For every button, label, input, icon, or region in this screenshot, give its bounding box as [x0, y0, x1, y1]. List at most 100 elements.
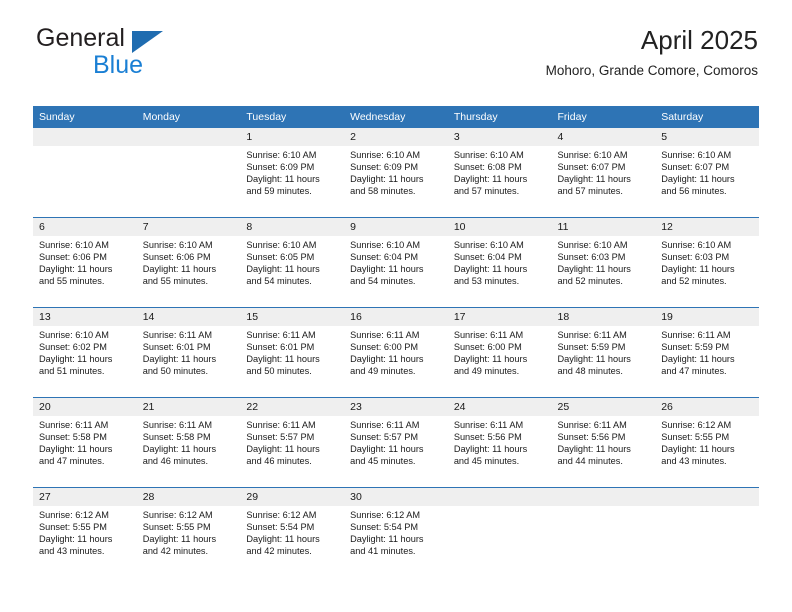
- daylight-text-line2: and 45 minutes.: [453, 455, 520, 466]
- daylight-text-line2: and 48 minutes.: [557, 365, 623, 376]
- day-cell-inner: 2 Sunrise: 6:10 AM Sunset: 6:09 PM Daylight…: [344, 128, 448, 217]
- sunrise-text: Sunrise: 6:10 AM: [453, 240, 524, 250]
- calendar-day-cell[interactable]: 14 Sunrise: 6:11 AM Sunset: 6:01 PM Dayligh…: [136, 307, 241, 398]
- daylight-text-line1: Daylight: 11 hours: [661, 353, 735, 364]
- day-number: 3: [447, 128, 552, 146]
- sunrise-text: Sunrise: 6:11 AM: [39, 420, 109, 430]
- calendar-day-cell[interactable]: 28 Sunrise: 6:12 AM Sunset: 5:55 PM Dayligh…: [136, 487, 241, 577]
- sunrise-text: Sunrise: 6:10 AM: [350, 240, 421, 250]
- day-number: 11: [551, 218, 656, 236]
- day-number: 24: [447, 398, 552, 416]
- sunset-text: Sunset: 5:54 PM: [350, 521, 419, 532]
- calendar-day-cell: [33, 128, 137, 218]
- daylight-text-line2: and 46 minutes.: [246, 455, 312, 466]
- calendar-day-cell[interactable]: 4 Sunrise: 6:10 AM Sunset: 6:07 PM Daylight…: [551, 128, 656, 218]
- general-blue-logo[interactable]: General Blue: [33, 24, 263, 84]
- day-details: Sunrise: 6:10 AM Sunset: 6:04 PM Daylight:…: [344, 236, 448, 288]
- day-cell-inner: 3 Sunrise: 6:10 AM Sunset: 6:08 PM Daylight…: [447, 128, 552, 217]
- day-cell-inner: 14 Sunrise: 6:11 AM Sunset: 6:01 PM Dayligh…: [136, 308, 241, 397]
- calendar-day-cell[interactable]: 24 Sunrise: 6:11 AM Sunset: 5:56 PM Dayligh…: [447, 397, 552, 488]
- sunrise-text: Sunrise: 6:10 AM: [39, 240, 109, 250]
- day-details: [137, 146, 241, 150]
- day-number: [447, 488, 552, 506]
- sunrise-text: Sunrise: 6:10 AM: [246, 240, 317, 250]
- sunset-text: Sunset: 5:59 PM: [661, 341, 730, 352]
- sunrise-text: Sunrise: 6:12 AM: [350, 510, 421, 520]
- day-cell-inner: 11 Sunrise: 6:10 AM Sunset: 6:03 PM Dayligh…: [551, 218, 656, 307]
- calendar-week-row: 27 Sunrise: 6:12 AM Sunset: 5:55 PM Dayligh…: [33, 487, 759, 577]
- sunrise-text: Sunrise: 6:10 AM: [661, 150, 732, 160]
- calendar-day-cell[interactable]: 29 Sunrise: 6:12 AM Sunset: 5:54 PM Dayligh…: [240, 487, 345, 577]
- day-details: Sunrise: 6:11 AM Sunset: 5:58 PM Daylight:…: [137, 416, 241, 468]
- daylight-text-line1: Daylight: 11 hours: [246, 443, 320, 454]
- calendar-day-cell[interactable]: 3 Sunrise: 6:10 AM Sunset: 6:08 PM Daylight…: [447, 128, 552, 218]
- weekday-header-wednesday: Wednesday: [344, 106, 448, 128]
- calendar-day-cell[interactable]: 15 Sunrise: 6:11 AM Sunset: 6:01 PM Dayligh…: [240, 307, 345, 398]
- day-cell-inner: 12 Sunrise: 6:10 AM Sunset: 6:03 PM Dayligh…: [655, 218, 759, 307]
- calendar-day-cell[interactable]: 12 Sunrise: 6:10 AM Sunset: 6:03 PM Dayligh…: [655, 217, 759, 308]
- weekday-header-tuesday: Tuesday: [240, 106, 345, 128]
- day-details: Sunrise: 6:10 AM Sunset: 6:05 PM Daylight:…: [240, 236, 344, 288]
- daylight-text-line2: and 43 minutes.: [39, 545, 105, 556]
- calendar-day-cell[interactable]: 17 Sunrise: 6:11 AM Sunset: 6:00 PM Dayligh…: [447, 307, 552, 398]
- calendar-day-cell[interactable]: 19 Sunrise: 6:11 AM Sunset: 5:59 PM Dayligh…: [655, 307, 759, 398]
- calendar-day-cell[interactable]: 20 Sunrise: 6:11 AM Sunset: 5:58 PM Dayligh…: [33, 397, 137, 488]
- day-details: Sunrise: 6:10 AM Sunset: 6:06 PM Daylight:…: [137, 236, 241, 288]
- page-header: General Blue April 2025 Mohoro, Grande C…: [33, 24, 758, 96]
- daylight-text-line2: and 47 minutes.: [661, 365, 727, 376]
- calendar-day-cell[interactable]: 6 Sunrise: 6:10 AM Sunset: 6:06 PM Daylight…: [33, 217, 137, 308]
- calendar-day-cell[interactable]: 23 Sunrise: 6:11 AM Sunset: 5:57 PM Dayligh…: [344, 397, 448, 488]
- daylight-text-line1: Daylight: 11 hours: [350, 353, 424, 364]
- sunrise-text: Sunrise: 6:11 AM: [350, 330, 420, 340]
- day-number: 25: [551, 398, 656, 416]
- daylight-text-line2: and 42 minutes.: [142, 545, 209, 556]
- sunrise-text: Sunrise: 6:12 AM: [142, 510, 213, 520]
- day-cell-inner: 6 Sunrise: 6:10 AM Sunset: 6:06 PM Daylight…: [33, 218, 137, 307]
- sunset-text: Sunset: 6:04 PM: [453, 251, 522, 262]
- calendar-day-cell[interactable]: 25 Sunrise: 6:11 AM Sunset: 5:56 PM Dayligh…: [551, 397, 656, 488]
- sunset-text: Sunset: 5:58 PM: [39, 431, 107, 442]
- calendar-day-cell[interactable]: 13 Sunrise: 6:10 AM Sunset: 6:02 PM Dayligh…: [33, 307, 137, 398]
- calendar-day-cell[interactable]: 27 Sunrise: 6:12 AM Sunset: 5:55 PM Dayligh…: [33, 487, 137, 577]
- day-number: 9: [344, 218, 448, 236]
- calendar-day-cell[interactable]: 30 Sunrise: 6:12 AM Sunset: 5:54 PM Dayligh…: [344, 487, 448, 577]
- daylight-text-line1: Daylight: 11 hours: [246, 533, 320, 544]
- daylight-text-line1: Daylight: 11 hours: [350, 263, 424, 274]
- logo-triangle-icon: [132, 31, 163, 53]
- day-details: Sunrise: 6:10 AM Sunset: 6:08 PM Daylight:…: [448, 146, 552, 198]
- calendar-day-cell[interactable]: 22 Sunrise: 6:11 AM Sunset: 5:57 PM Dayligh…: [240, 397, 345, 488]
- calendar-day-cell[interactable]: 5 Sunrise: 6:10 AM Sunset: 6:07 PM Daylight…: [655, 128, 759, 218]
- daylight-text-line2: and 46 minutes.: [142, 455, 209, 466]
- day-cell-inner: 1 Sunrise: 6:10 AM Sunset: 6:09 PM Daylight…: [240, 128, 345, 217]
- daylight-text-line1: Daylight: 11 hours: [142, 263, 217, 274]
- day-details: Sunrise: 6:11 AM Sunset: 5:59 PM Daylight:…: [552, 326, 656, 378]
- calendar-day-cell[interactable]: 7 Sunrise: 6:10 AM Sunset: 6:06 PM Daylight…: [136, 217, 241, 308]
- calendar-day-cell[interactable]: 9 Sunrise: 6:10 AM Sunset: 6:04 PM Daylight…: [344, 217, 448, 308]
- calendar-day-cell[interactable]: 10 Sunrise: 6:10 AM Sunset: 6:04 PM Dayligh…: [447, 217, 552, 308]
- daylight-text-line1: Daylight: 11 hours: [557, 263, 631, 274]
- sunset-text: Sunset: 6:00 PM: [453, 341, 522, 352]
- page-subtitle: Mohoro, Grande Comore, Comoros: [545, 63, 758, 78]
- day-number: 20: [33, 398, 137, 416]
- calendar-day-cell[interactable]: 2 Sunrise: 6:10 AM Sunset: 6:09 PM Daylight…: [344, 128, 448, 218]
- sunrise-text: Sunrise: 6:11 AM: [142, 420, 212, 430]
- day-details: Sunrise: 6:12 AM Sunset: 5:54 PM Daylight:…: [240, 506, 344, 558]
- calendar-day-cell[interactable]: 16 Sunrise: 6:11 AM Sunset: 6:00 PM Dayligh…: [344, 307, 448, 398]
- calendar-day-cell[interactable]: 26 Sunrise: 6:12 AM Sunset: 5:55 PM Dayligh…: [655, 397, 759, 488]
- day-cell-inner: [33, 128, 137, 217]
- daylight-text-line1: Daylight: 11 hours: [661, 173, 735, 184]
- calendar-day-cell[interactable]: 11 Sunrise: 6:10 AM Sunset: 6:03 PM Dayligh…: [551, 217, 656, 308]
- day-cell-inner: [447, 488, 552, 577]
- calendar-day-cell[interactable]: 8 Sunrise: 6:10 AM Sunset: 6:05 PM Daylight…: [240, 217, 345, 308]
- calendar-day-cell: [551, 487, 656, 577]
- day-number: 30: [344, 488, 448, 506]
- calendar-day-cell[interactable]: 18 Sunrise: 6:11 AM Sunset: 5:59 PM Dayligh…: [551, 307, 656, 398]
- calendar-day-cell[interactable]: 21 Sunrise: 6:11 AM Sunset: 5:58 PM Dayligh…: [136, 397, 241, 488]
- day-details: Sunrise: 6:11 AM Sunset: 5:56 PM Daylight:…: [448, 416, 552, 468]
- day-details: Sunrise: 6:11 AM Sunset: 6:01 PM Daylight:…: [137, 326, 241, 378]
- day-details: Sunrise: 6:11 AM Sunset: 5:56 PM Daylight:…: [552, 416, 656, 468]
- day-cell-inner: [136, 128, 241, 217]
- sunset-text: Sunset: 6:07 PM: [661, 161, 730, 172]
- daylight-text-line2: and 52 minutes.: [661, 275, 727, 286]
- calendar-day-cell[interactable]: 1 Sunrise: 6:10 AM Sunset: 6:09 PM Daylight…: [240, 128, 345, 218]
